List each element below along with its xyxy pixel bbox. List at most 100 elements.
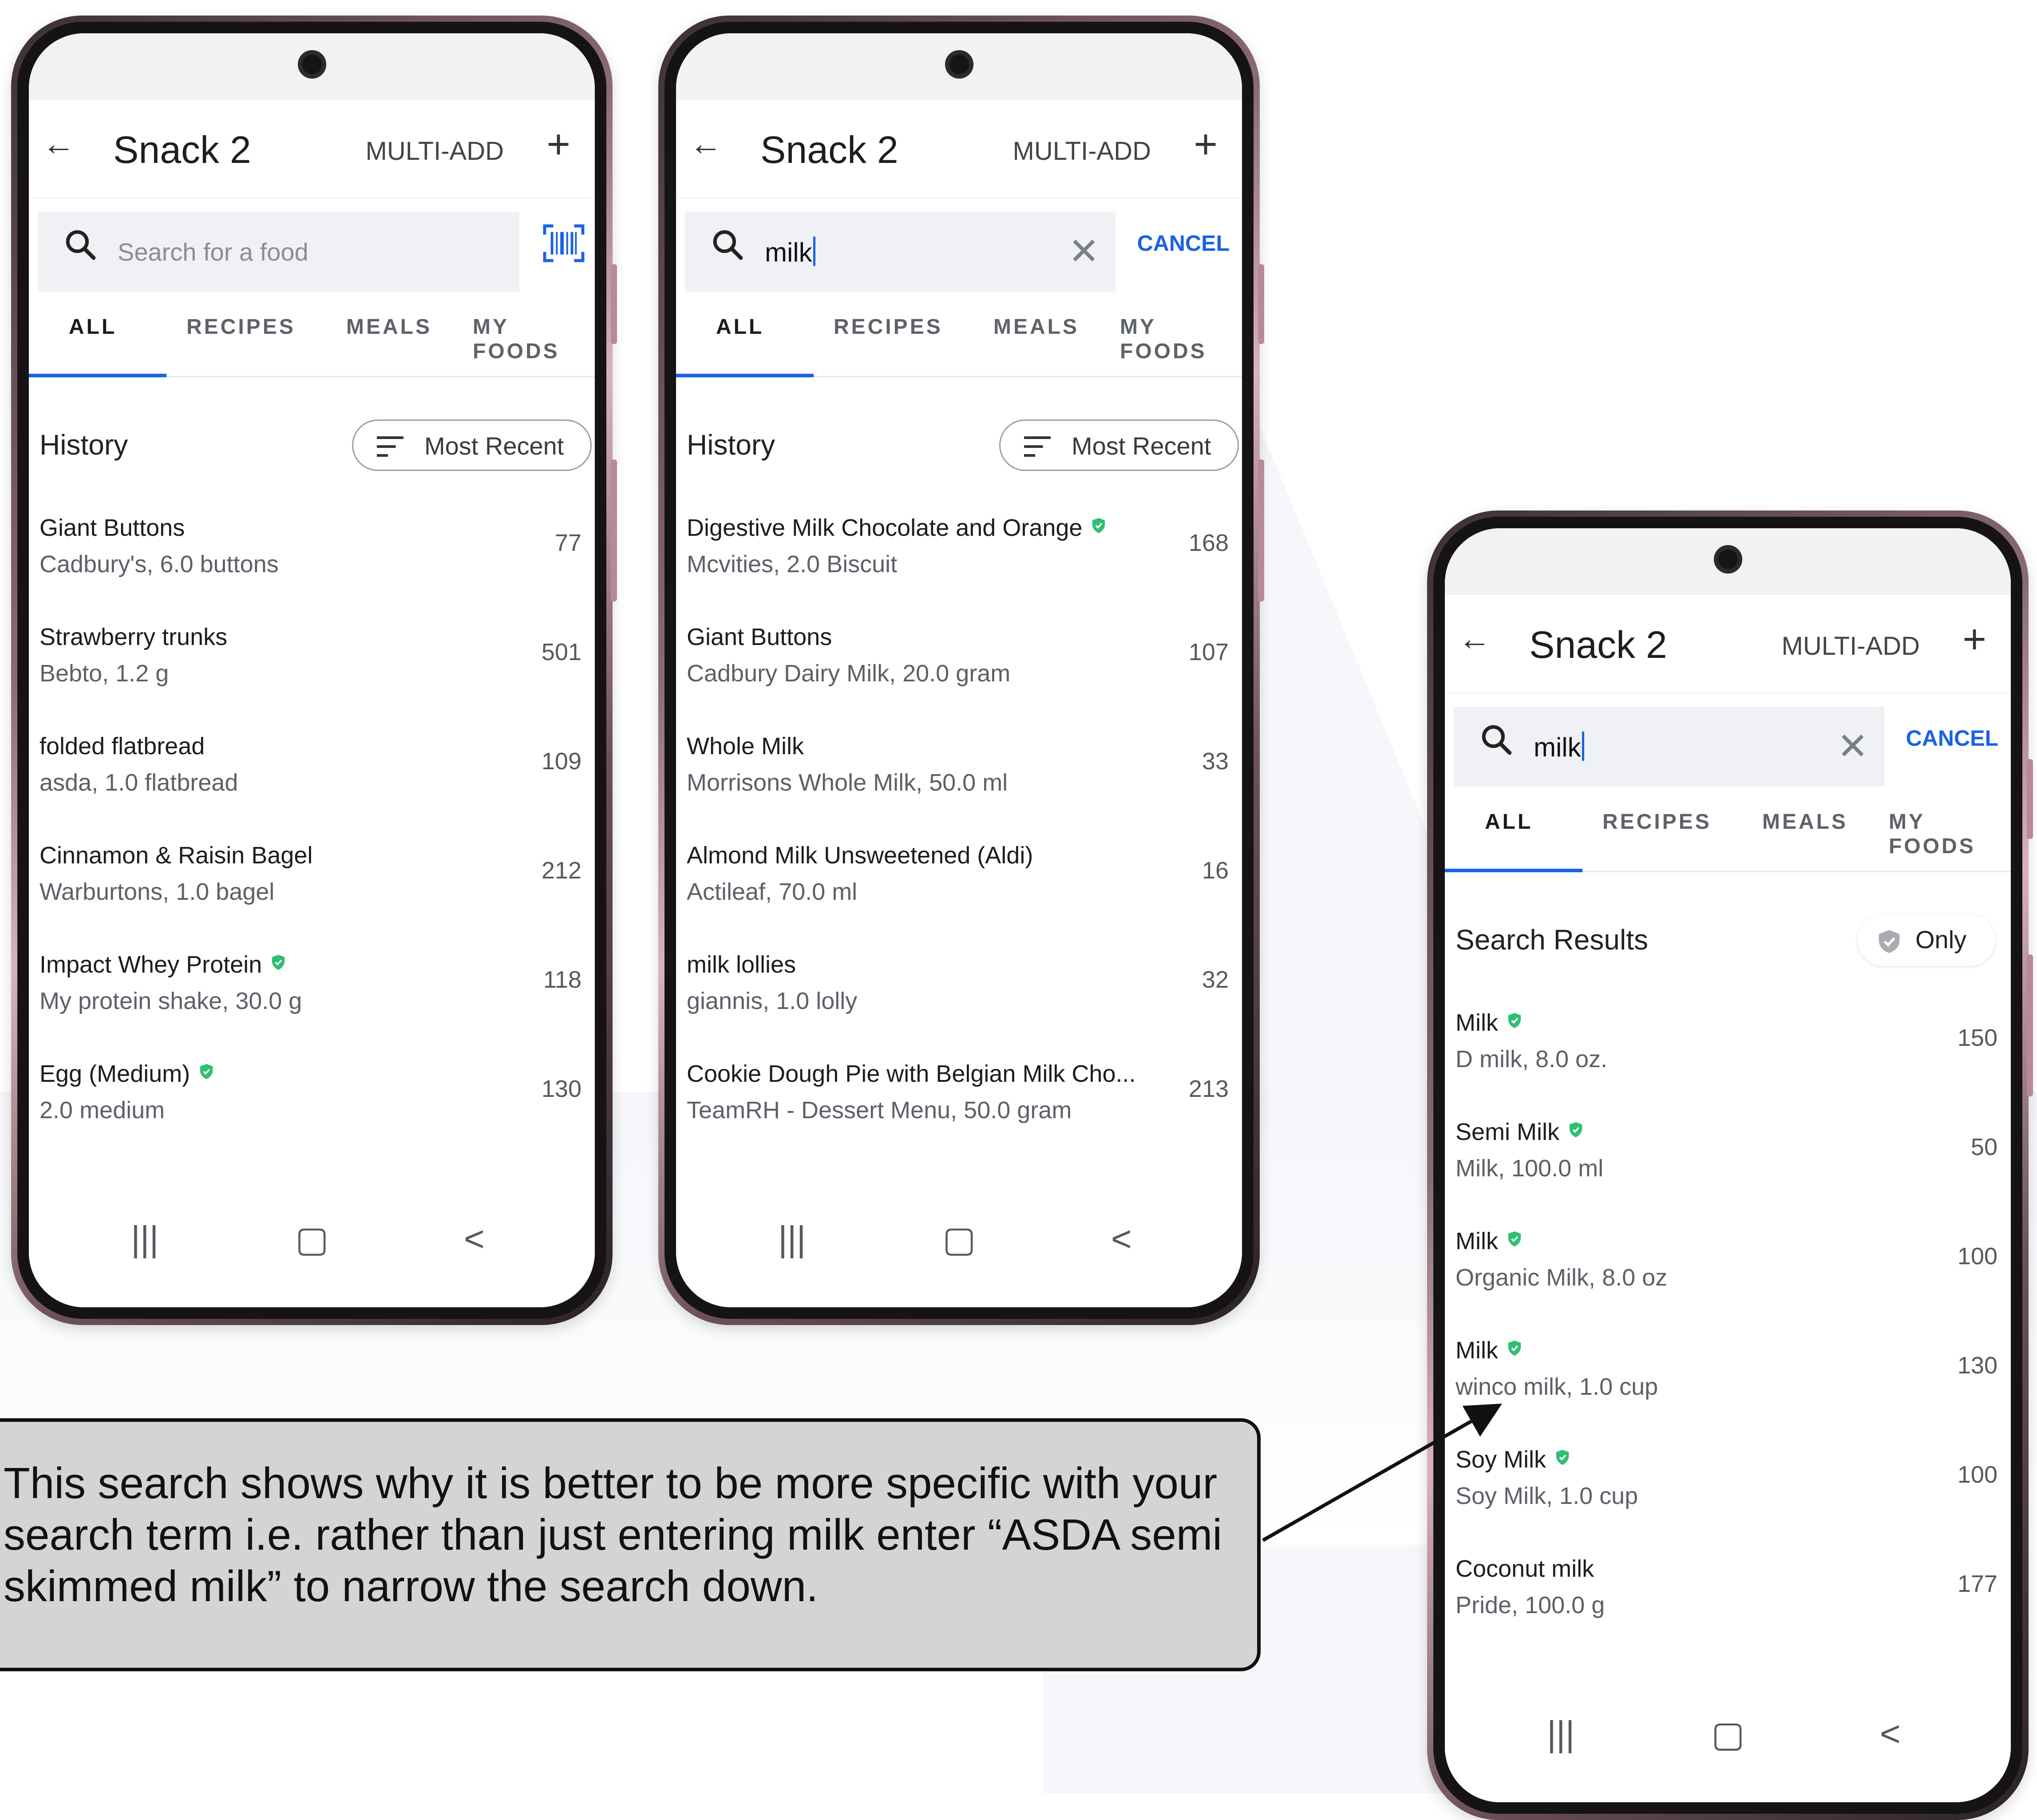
recent-apps-icon[interactable]: ||| bbox=[131, 1219, 158, 1259]
home-icon[interactable]: ▢ bbox=[295, 1219, 329, 1260]
search-row: milk ✕ CANCEL bbox=[1445, 693, 2011, 787]
sort-button[interactable]: Most Recent bbox=[999, 419, 1239, 471]
search-input[interactable]: milk ✕ bbox=[1454, 707, 1884, 787]
tab-all[interactable]: ALL bbox=[69, 315, 117, 339]
home-icon[interactable]: ▢ bbox=[942, 1219, 976, 1260]
multi-add-button[interactable]: MULTI-ADD bbox=[1782, 631, 1920, 661]
food-list-item[interactable]: Milk winco milk, 1.0 cup 130 bbox=[1445, 1324, 2011, 1433]
meal-title: Snack 2 bbox=[760, 129, 898, 171]
back-arrow-icon[interactable]: ← bbox=[1458, 620, 1491, 657]
multi-add-button[interactable]: MULTI-ADD bbox=[366, 136, 504, 166]
search-value: milk bbox=[765, 237, 815, 268]
food-list-item[interactable]: Giant Buttons Cadbury's, 6.0 buttons 77 bbox=[29, 502, 595, 611]
search-icon bbox=[66, 230, 96, 260]
home-icon[interactable]: ▢ bbox=[1711, 1713, 1745, 1755]
food-name: Whole Milk bbox=[687, 732, 804, 760]
sort-icon bbox=[1024, 436, 1051, 457]
food-list-item[interactable]: Whole Milk Morrisons Whole Milk, 50.0 ml 3… bbox=[676, 720, 1242, 829]
food-serving: TeamRH - Dessert Menu, 50.0 gram bbox=[687, 1097, 1072, 1124]
phone1-screen: ← Snack 2 MULTI-ADD + Search for a food bbox=[29, 33, 595, 1307]
clear-icon[interactable]: ✕ bbox=[1837, 724, 1868, 768]
food-calories: 16 bbox=[1202, 857, 1229, 884]
food-name-text: Soy Milk bbox=[1456, 1446, 1547, 1473]
food-name-text: Cinnamon & Raisin Bagel bbox=[40, 842, 313, 869]
back-arrow-icon[interactable]: ← bbox=[689, 125, 722, 162]
meal-title: Snack 2 bbox=[1529, 624, 1667, 666]
verified-badge-icon bbox=[1092, 518, 1105, 533]
food-serving: Mcvities, 2.0 Biscuit bbox=[687, 551, 898, 578]
tab-all[interactable]: ALL bbox=[1485, 810, 1533, 834]
tab-recipes[interactable]: RECIPES bbox=[186, 315, 296, 339]
food-name-text: folded flatbread bbox=[40, 733, 205, 760]
food-list-item[interactable]: milk lollies giannis, 1.0 lolly 32 bbox=[676, 938, 1242, 1048]
add-icon[interactable]: + bbox=[1962, 616, 1986, 663]
food-serving: Organic Milk, 8.0 oz bbox=[1456, 1264, 1668, 1291]
verified-badge-icon bbox=[1508, 1013, 1521, 1028]
tab-meals[interactable]: MEALS bbox=[1762, 810, 1848, 834]
verified-badge-icon bbox=[272, 955, 285, 970]
food-name: Giant Buttons bbox=[687, 623, 832, 651]
tab-recipes[interactable]: RECIPES bbox=[1602, 810, 1712, 834]
food-list-item[interactable]: Milk D milk, 8.0 oz. 150 bbox=[1445, 997, 2011, 1106]
food-list-item[interactable]: Coconut milk Pride, 100.0 g 177 bbox=[1445, 1543, 2011, 1652]
food-calories: 501 bbox=[541, 639, 581, 665]
food-list-item[interactable]: Impact Whey Protein My protein shake, 30.… bbox=[29, 938, 595, 1048]
tab-my-foods[interactable]: MY FOODS bbox=[1889, 810, 2011, 859]
cancel-button[interactable]: CANCEL bbox=[1906, 725, 1998, 751]
tab-recipes[interactable]: RECIPES bbox=[834, 315, 943, 339]
food-list-item[interactable]: Almond Milk Unsweetened (Aldi) Actileaf, … bbox=[676, 829, 1242, 938]
food-list-item[interactable]: Soy Milk Soy Milk, 1.0 cup 100 bbox=[1445, 1433, 2011, 1543]
search-row: milk ✕ CANCEL bbox=[676, 198, 1242, 292]
food-list-item[interactable]: Milk Chocolate cookiesKaty's Cakes, 2.0 … bbox=[676, 1157, 1242, 1163]
clear-icon[interactable]: ✕ bbox=[1068, 229, 1100, 273]
food-list-item[interactable]: Lite MilkLite milk, 250.0 ml115 bbox=[1445, 1652, 2011, 1658]
back-nav-icon[interactable]: < bbox=[464, 1219, 485, 1259]
multi-add-button[interactable]: MULTI-ADD bbox=[1013, 136, 1151, 166]
sort-button[interactable]: Most Recent bbox=[352, 419, 592, 471]
search-input[interactable]: Search for a food bbox=[38, 212, 519, 292]
food-name-text: Whole Milk bbox=[687, 733, 804, 760]
food-serving: D milk, 8.0 oz. bbox=[1456, 1046, 1608, 1072]
food-list-item[interactable]: Milk Organic Milk, 8.0 oz 100 bbox=[1445, 1215, 2011, 1324]
tab-meals[interactable]: MEALS bbox=[346, 315, 432, 339]
food-list-item[interactable]: Cinnamon & Raisin Bagel Warburtons, 1.0 b… bbox=[29, 829, 595, 938]
tab-my-foods[interactable]: MY FOODS bbox=[1120, 315, 1242, 364]
food-serving: giannis, 1.0 lolly bbox=[687, 988, 858, 1014]
food-name-text: Giant Buttons bbox=[687, 624, 832, 650]
food-list-item[interactable]: Cookie Dough Pie with Belgian Milk Cho..… bbox=[676, 1048, 1242, 1157]
food-list-item[interactable]: folded flatbread asda, 1.0 flatbread 109 bbox=[29, 720, 595, 829]
food-name: Strawberry trunks bbox=[40, 623, 227, 651]
back-nav-icon[interactable]: < bbox=[1111, 1219, 1132, 1259]
food-name-text: Giant Buttons bbox=[40, 514, 185, 541]
back-nav-icon[interactable]: < bbox=[1880, 1713, 1901, 1754]
food-name: Cookie Dough Pie with Belgian Milk Cho..… bbox=[687, 1060, 1136, 1088]
verified-badge-icon bbox=[200, 1064, 213, 1079]
food-list-item[interactable]: Strawberry trunks Bebto, 1.2 g 501 bbox=[29, 611, 595, 720]
search-icon bbox=[713, 230, 743, 260]
tab-all[interactable]: ALL bbox=[716, 315, 764, 339]
recent-apps-icon[interactable]: ||| bbox=[1547, 1713, 1574, 1754]
verified-badge-icon bbox=[1508, 1231, 1521, 1246]
cancel-button[interactable]: CANCEL bbox=[1137, 230, 1230, 256]
tab-my-foods[interactable]: MY FOODS bbox=[473, 315, 595, 364]
food-list-item[interactable]: Digestive Milk Chocolate and Orange Mcvit… bbox=[676, 502, 1242, 611]
food-list-item[interactable]: Egg (Medium) 2.0 medium 130 bbox=[29, 1048, 595, 1157]
filter-tabs: ALL RECIPES MEALS MY FOODS bbox=[29, 283, 595, 377]
food-name-text: Coconut milk bbox=[1456, 1555, 1594, 1582]
search-input[interactable]: milk ✕ bbox=[685, 212, 1115, 292]
search-placeholder: Search for a food bbox=[118, 238, 309, 266]
recent-apps-icon[interactable]: ||| bbox=[778, 1219, 806, 1259]
add-icon[interactable]: + bbox=[1194, 121, 1218, 168]
food-list-item[interactable]: Semi Milk Milk, 100.0 ml 50 bbox=[1445, 1106, 2011, 1215]
add-icon[interactable]: + bbox=[546, 121, 570, 168]
filter-tabs: ALL RECIPES MEALS MY FOODS bbox=[676, 283, 1242, 377]
verified-only-toggle[interactable]: Only bbox=[1858, 914, 1995, 966]
back-arrow-icon[interactable]: ← bbox=[42, 125, 75, 162]
system-nav-bar: ||| ▢ < bbox=[1445, 1700, 2011, 1802]
food-list-item[interactable]: Giant Buttons Cadbury Dairy Milk, 20.0 gr… bbox=[676, 611, 1242, 720]
tab-meals[interactable]: MEALS bbox=[993, 315, 1079, 339]
food-serving: asda, 1.0 flatbread bbox=[40, 769, 238, 796]
food-list-item[interactable]: Crisp RiceHarvest Morn, 30.0 g77 bbox=[29, 1157, 595, 1163]
barcode-scan-icon[interactable] bbox=[542, 224, 585, 262]
text-cursor bbox=[813, 237, 815, 266]
